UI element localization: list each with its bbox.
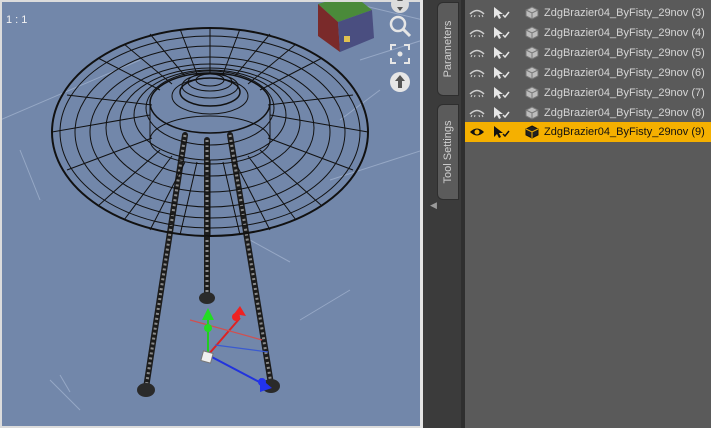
cursor-arrow-icon[interactable] (492, 66, 510, 80)
scene-item-label: ZdgBrazier04_ByFisty_29nov (9) (544, 126, 705, 138)
scene-item-label: ZdgBrazier04_ByFisty_29nov (3) (544, 7, 705, 19)
scene-item[interactable]: ZdgBrazier04_ByFisty_29nov (5) (465, 43, 711, 63)
eye-icon[interactable] (469, 28, 485, 38)
cursor-arrow-icon[interactable] (492, 125, 510, 139)
scene-item-label: ZdgBrazier04_ByFisty_29nov (5) (544, 47, 705, 59)
cursor-arrow-icon[interactable] (492, 6, 510, 20)
view-cube-icon[interactable] (318, 0, 374, 52)
scene-item[interactable]: ZdgBrazier04_ByFisty_29nov (4) (465, 23, 711, 43)
figure-node-icon (525, 6, 539, 20)
scene-pane: ZdgBrazier04_ByFisty_29nov (3) ZdgBrazie… (465, 0, 711, 428)
scene-item-label: ZdgBrazier04_ByFisty_29nov (8) (544, 107, 705, 119)
scene-item[interactable]: ZdgBrazier04_ByFisty_29nov (7) (465, 83, 711, 103)
tab-parameters-label: Parameters (442, 20, 454, 78)
cursor-arrow-icon[interactable] (492, 106, 510, 120)
scene-item[interactable]: ZdgBrazier04_ByFisty_29nov (3) (465, 3, 711, 23)
figure-node-icon (525, 46, 539, 60)
figure-node-icon (525, 86, 539, 100)
scene-item[interactable]: ZdgBrazier04_ByFisty_29nov (8) (465, 103, 711, 123)
scene-item-label: ZdgBrazier04_ByFisty_29nov (7) (544, 87, 705, 99)
tab-parameters[interactable]: Parameters (437, 2, 459, 96)
frame-icon[interactable] (388, 42, 412, 66)
figure-node-icon (525, 66, 539, 80)
navigation-tools (388, 0, 416, 100)
scene-item-selected[interactable]: ZdgBrazier04_ByFisty_29nov (9) (465, 122, 711, 142)
scene-item-label: ZdgBrazier04_ByFisty_29nov (6) (544, 67, 705, 79)
scene-render[interactable] (0, 0, 423, 428)
viewport[interactable]: 1 : 1 (0, 0, 423, 428)
figure-node-icon (525, 26, 539, 40)
tab-tool-settings[interactable]: Tool Settings (437, 104, 459, 200)
eye-icon[interactable] (469, 108, 485, 118)
viewport-zoom-label: 1 : 1 (6, 14, 28, 26)
zoom-icon[interactable] (388, 14, 412, 38)
eye-icon[interactable] (469, 88, 485, 98)
cursor-arrow-icon[interactable] (492, 46, 510, 60)
cursor-arrow-icon[interactable] (492, 86, 510, 100)
eye-icon[interactable] (469, 127, 485, 137)
eye-icon[interactable] (469, 8, 485, 18)
eye-icon[interactable] (469, 48, 485, 58)
scene-item[interactable]: ZdgBrazier04_ByFisty_29nov (6) (465, 63, 711, 83)
eye-icon[interactable] (469, 68, 485, 78)
side-tab-strip: Parameters Tool Settings ◀ (428, 0, 461, 428)
tab-tool-settings-label: Tool Settings (442, 120, 454, 184)
scene-item-label: ZdgBrazier04_ByFisty_29nov (4) (544, 27, 705, 39)
orbit-icon[interactable] (388, 70, 412, 94)
figure-node-icon (525, 125, 539, 139)
cursor-arrow-icon[interactable] (492, 26, 510, 40)
figure-node-icon (525, 106, 539, 120)
collapse-arrow-icon[interactable]: ◀ (430, 200, 437, 211)
